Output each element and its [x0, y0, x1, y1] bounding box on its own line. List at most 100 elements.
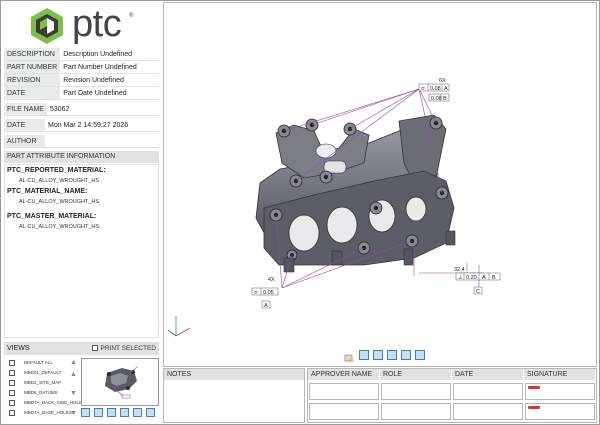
saved-view-icon[interactable]: [344, 350, 354, 362]
signature-required-icon: [528, 386, 540, 389]
attribute-value: AL-CU_ALLOY_WROUGHT_HS: [19, 199, 100, 205]
part-meta-table: DESCRIPTION Description Undefined PART NU…: [4, 48, 159, 100]
file-author-table: AUTHOR: [4, 135, 159, 148]
view-item[interactable]: MBD01_DEFAULT: [9, 368, 61, 378]
right-view-icon[interactable]: [107, 408, 116, 417]
view-item[interactable]: MBD6_DATUMS: [9, 388, 58, 398]
meta-value: Revision Undefined: [60, 73, 159, 87]
view-label: DEFAULT ALL: [24, 360, 53, 365]
part-attribute-header: PART ATTRIBUTE INFORMATION: [4, 151, 159, 163]
isometric-view-icon[interactable]: [146, 408, 155, 417]
right-fcf-tolerance: 0.20: [466, 275, 477, 281]
left-panel: ptc ® DESCRIPTION Description Undefined P…: [1, 1, 161, 423]
file-row: AUTHOR: [4, 135, 159, 148]
left-view-icon[interactable]: [120, 408, 129, 417]
part-attribute-panel: PTC_REPORTED_MATERIAL: AL-CU_ALLOY_WROUG…: [4, 164, 159, 338]
meta-key: REVISION: [4, 73, 61, 87]
axis-triad: [167, 316, 191, 337]
meta-value: Part Date Undefined: [60, 86, 159, 100]
move-up-icon[interactable]: ▲: [70, 371, 77, 378]
notes-panel: NOTES: [163, 368, 305, 423]
file-value: [45, 135, 159, 148]
file-row: FILE NAME 53062: [4, 103, 159, 116]
bottom-panel: NOTES APPROVER NAME ROLE DATE SIGNATURE: [163, 368, 597, 423]
top-datum-letter: B: [443, 96, 447, 102]
right-datum-letter: C: [476, 289, 480, 295]
view-thumbnail[interactable]: [81, 358, 159, 406]
meta-value: Description Undefined: [60, 48, 159, 61]
meta-row: DESCRIPTION Description Undefined: [4, 48, 159, 61]
left-datum-letter: A: [264, 303, 268, 309]
top-fcf-tolerance: 0.08: [430, 86, 441, 92]
meta-key: DATE: [4, 86, 61, 100]
left-fcf-tolerance: 0.05: [263, 290, 274, 296]
print-selected-checkbox[interactable]: [92, 345, 99, 352]
view-checkbox[interactable]: [9, 409, 15, 416]
front-view-icon[interactable]: [81, 408, 90, 417]
file-key: FILE NAME: [4, 103, 47, 116]
view-checkbox[interactable]: [9, 379, 15, 386]
signature-field[interactable]: [525, 383, 595, 400]
top-orientation-icon[interactable]: [373, 350, 383, 360]
scroll-down-icon[interactable]: ▼: [70, 410, 77, 417]
role-header: ROLE: [380, 369, 452, 380]
view-checkbox[interactable]: [9, 369, 15, 376]
attribute-name: PTC_REPORTED_MATERIAL:: [7, 167, 106, 174]
top-view-icon[interactable]: [94, 408, 103, 417]
signature-required-icon: [528, 406, 540, 409]
model-viewport[interactable]: 6X ⌭ 0.08 A 0.08 B 4X ⌭ 0.05 A 32.4 ⊥ 0.…: [163, 2, 597, 367]
left-orientation-icon[interactable]: [401, 350, 411, 360]
isometric-orientation-icon[interactable]: [415, 350, 425, 360]
file-key: AUTHOR: [4, 135, 45, 148]
ptc-logo-text: ptc: [72, 3, 122, 45]
part-model-drawing: 6X ⌭ 0.08 A 0.08 B 4X ⌭ 0.05 A 32.4 ⊥ 0.…: [167, 78, 501, 337]
top-count-label: 6X: [439, 78, 446, 84]
approver-name-field[interactable]: [309, 383, 379, 400]
print-selected-toggle[interactable]: PRINT SELECTED: [92, 342, 156, 355]
role-field[interactable]: [381, 403, 451, 420]
right-dimension-label: 32.4: [454, 267, 465, 273]
view-item[interactable]: MBD7A_BACK_SIDE_HOLE: [9, 398, 82, 408]
date-field[interactable]: [453, 383, 523, 400]
view-checkbox[interactable]: [9, 389, 15, 396]
file-row: DATE Mon Mar 2 14:59:27 2026: [4, 119, 159, 132]
view-label: MBD01_DEFAULT: [24, 370, 62, 375]
attribute-name: PTC_MATERIAL_NAME:: [7, 188, 88, 195]
attribute-value: AL-CU_ALLOY_WROUGHT_HS: [19, 224, 100, 230]
approver-name-field[interactable]: [309, 403, 379, 420]
front-orientation-icon[interactable]: [359, 350, 369, 360]
view-label: MBD2_SITE_MAP: [24, 380, 62, 385]
scroll-up-icon[interactable]: ▲: [70, 359, 77, 366]
right-orientation-icon[interactable]: [387, 350, 397, 360]
left-count-label: 4X: [268, 277, 275, 283]
date-field[interactable]: [453, 403, 523, 420]
registered-mark: ®: [129, 13, 134, 19]
ptc-logo: ptc ®: [28, 3, 158, 47]
file-date-table: DATE Mon Mar 2 14:59:27 2026: [4, 119, 159, 132]
view-checkbox[interactable]: [9, 359, 15, 366]
ptc-logo-icon: [31, 8, 63, 44]
view-label: MBD7A_BACK_SIDE_HOLE: [24, 400, 83, 405]
meta-key: PART NUMBER: [4, 60, 61, 74]
view-checkbox[interactable]: [9, 399, 15, 406]
view-item[interactable]: MBD7A_BASE_HOLES: [9, 408, 72, 418]
view-item[interactable]: MBD2_SITE_MAP: [9, 378, 61, 388]
view-item[interactable]: DEFAULT ALL: [9, 358, 53, 368]
meta-row: REVISION Revision Undefined: [4, 73, 159, 87]
move-down-icon[interactable]: ▼: [70, 390, 77, 397]
meta-row: PART NUMBER Part Number Undefined: [4, 60, 159, 74]
file-key: DATE: [4, 119, 45, 132]
right-fcf-datum-a: A: [482, 275, 486, 281]
approval-table: APPROVER NAME ROLE DATE SIGNATURE: [307, 368, 597, 423]
meta-value: Part Number Undefined: [60, 60, 159, 74]
top-fcf-datum: A: [444, 86, 448, 92]
date-header: DATE: [452, 369, 524, 380]
view-label: MBD6_DATUMS: [24, 390, 58, 395]
role-field[interactable]: [381, 383, 451, 400]
signature-field[interactable]: [525, 403, 595, 420]
print-selected-label: PRINT SELECTED: [100, 345, 156, 352]
top-datum-tolerance: 0.08: [431, 96, 442, 102]
bottom-view-icon[interactable]: [133, 408, 142, 417]
meta-row: DATE Part Date Undefined: [4, 86, 159, 100]
views-header: VIEWS PRINT SELECTED: [4, 342, 159, 355]
